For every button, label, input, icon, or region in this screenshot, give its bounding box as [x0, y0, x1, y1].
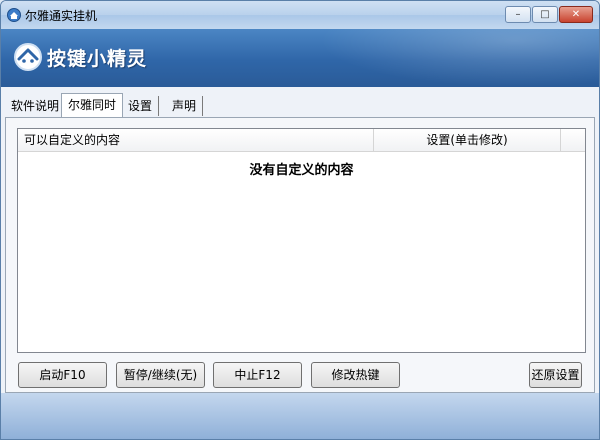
- start-button[interactable]: 启动F10: [18, 362, 107, 388]
- tab-settings[interactable]: 设置: [122, 96, 160, 116]
- tab-statement[interactable]: 声明: [166, 96, 204, 116]
- empty-list-message: 没有自定义的内容: [249, 163, 354, 178]
- banner-glow: [319, 29, 599, 87]
- app-window: 尔雅通实挂机 – □ ✕ 按键小精灵 软件说明 尔雅同时 设置 声明 可以自定义…: [0, 0, 600, 440]
- stop-button[interactable]: 中止F12: [213, 362, 302, 388]
- custom-content-list[interactable]: 可以自定义的内容 设置(单击修改) 没有自定义的内容: [17, 128, 586, 353]
- tab-content-panel: 可以自定义的内容 设置(单击修改) 没有自定义的内容 启动F10 暂停/继续(无…: [5, 117, 595, 393]
- column-header-setting[interactable]: 设置(单击修改): [374, 129, 561, 151]
- tab-software-info[interactable]: 软件说明: [5, 96, 67, 116]
- window-title: 尔雅通实挂机: [25, 9, 98, 23]
- close-button[interactable]: ✕: [559, 6, 593, 23]
- maximize-button[interactable]: □: [532, 6, 558, 23]
- tab-erya-tongshi[interactable]: 尔雅同时: [61, 93, 124, 117]
- change-hotkey-button[interactable]: 修改热键: [311, 362, 400, 388]
- list-header: 可以自定义的内容 设置(单击修改): [18, 129, 585, 152]
- tab-strip: 软件说明 尔雅同时 设置 声明: [1, 87, 599, 117]
- pause-continue-button[interactable]: 暂停/继续(无): [116, 362, 205, 388]
- logo-icon: [14, 43, 42, 71]
- logo-text: 按键小精灵: [47, 48, 148, 70]
- column-header-content[interactable]: 可以自定义的内容: [18, 129, 374, 151]
- footer-band: [1, 393, 599, 439]
- title-bar[interactable]: 尔雅通实挂机 – □ ✕: [1, 1, 599, 29]
- minimize-button[interactable]: –: [505, 6, 531, 23]
- banner: 按键小精灵: [1, 29, 599, 87]
- reset-settings-button[interactable]: 还原设置: [529, 362, 582, 388]
- app-icon: [7, 8, 21, 22]
